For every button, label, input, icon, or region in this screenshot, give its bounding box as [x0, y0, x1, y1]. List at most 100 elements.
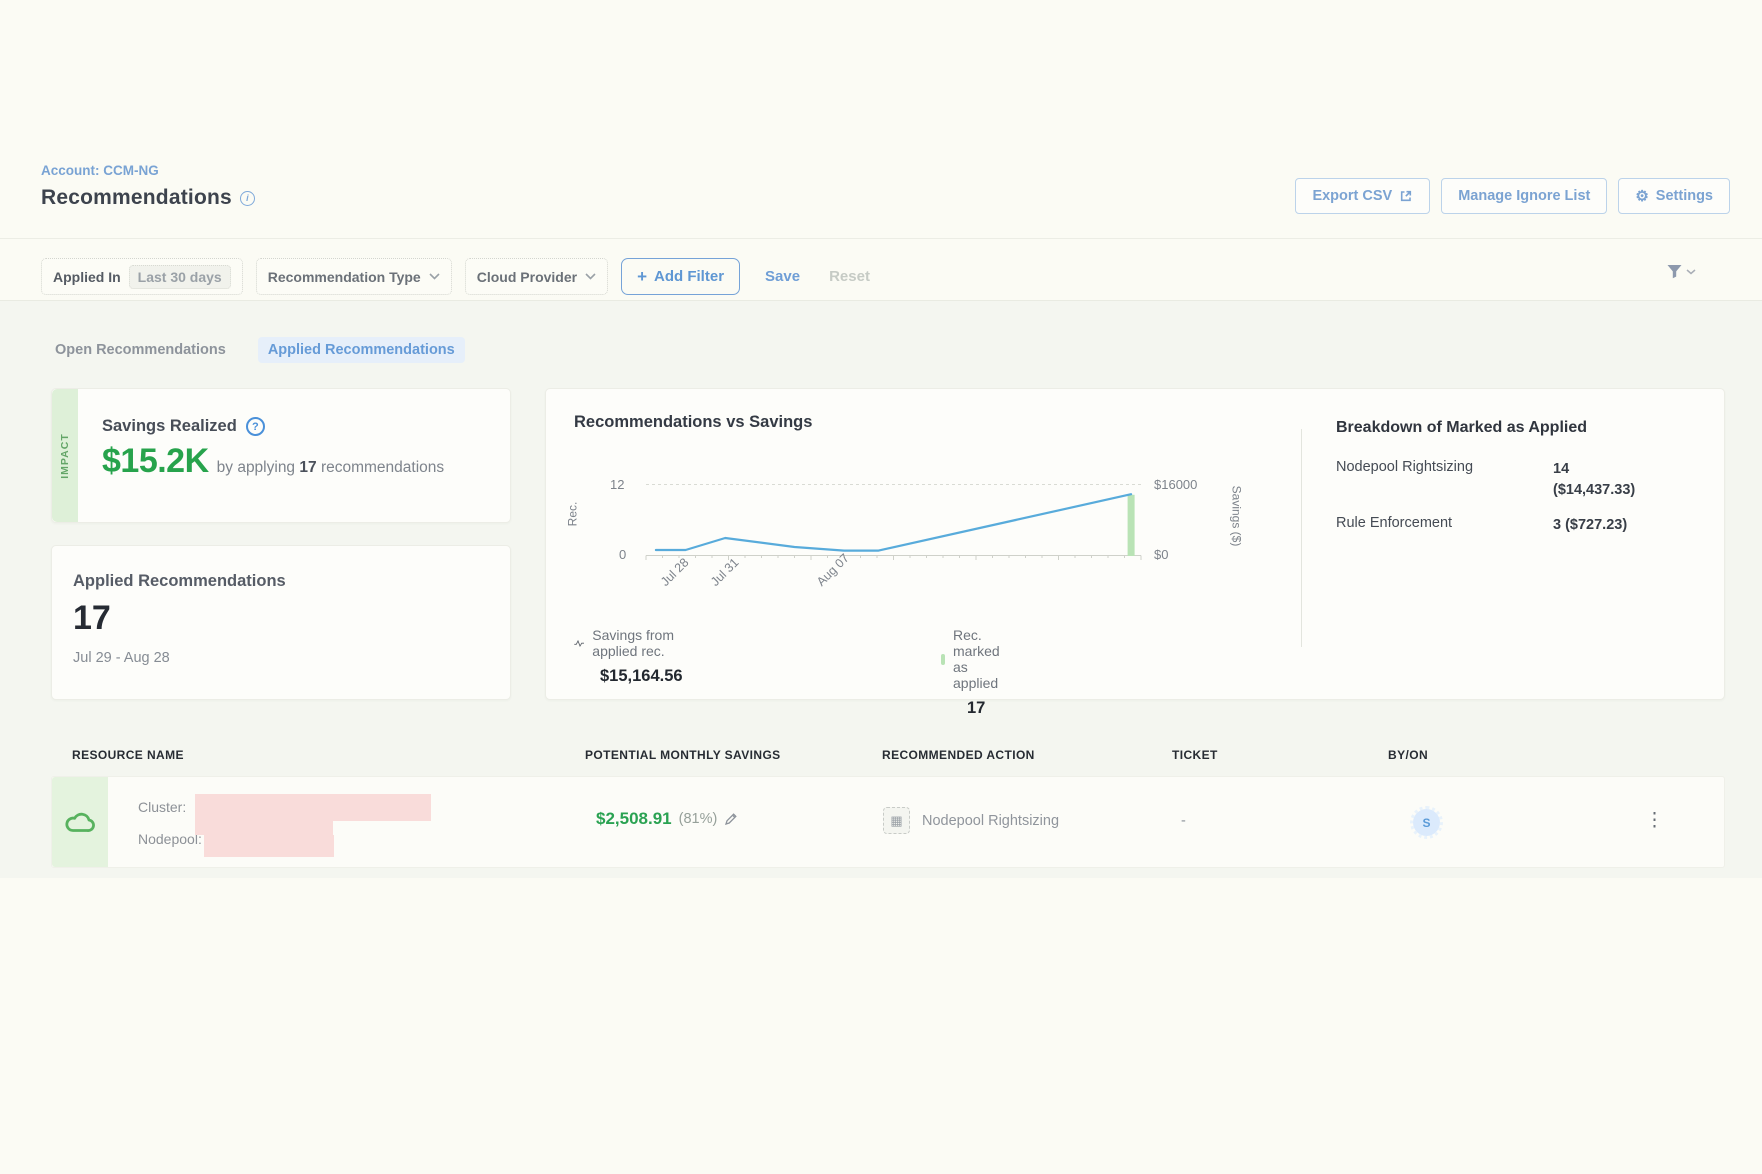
legend-applied-label: Rec. marked as applied — [953, 627, 1007, 691]
cloud-icon — [64, 810, 96, 834]
applied-recommendations-card: Applied Recommendations 17 Jul 29 - Aug … — [51, 545, 511, 700]
breakdown-row: Rule Enforcement 3 ($727.23) — [1336, 515, 1726, 536]
breakdown-row-value: 14 ($14,437.33) — [1553, 459, 1635, 501]
external-link-icon — [1399, 189, 1413, 203]
breakdown-row: Nodepool Rightsizing 14 ($14,437.33) — [1336, 459, 1726, 501]
funnel-icon — [1666, 264, 1683, 279]
recommended-action-text: Nodepool Rightsizing — [922, 813, 1059, 829]
recommendation-type-label: Recommendation Type — [268, 269, 421, 285]
page-title: Recommendations — [41, 186, 232, 210]
x-axis-minor-ticks — [646, 556, 1141, 561]
breakdown-value-amount: ($14,437.33) — [1553, 482, 1635, 498]
redacted-cluster-name — [195, 794, 431, 821]
column-header-by-on[interactable]: BY/ON — [1388, 748, 1428, 762]
redacted-cluster-name-wrap — [195, 821, 333, 835]
chevron-down-icon — [1686, 269, 1696, 275]
desc-suffix: recommendations — [321, 459, 444, 476]
line-legend-icon — [574, 637, 584, 650]
breakdown-title: Breakdown of Marked as Applied — [1336, 419, 1726, 437]
cluster-label: Cluster: — [138, 799, 186, 815]
column-header-potential-savings[interactable]: POTENTIAL MONTHLY SAVINGS — [585, 748, 781, 762]
legend-applied-value: 17 — [967, 699, 1007, 718]
recommendations-page: Account: CCM-NG Recommendations i Export… — [0, 0, 1762, 1174]
column-header-resource-name[interactable]: RESOURCE NAME — [72, 748, 184, 762]
line-chart-plot[interactable] — [646, 484, 1141, 556]
savings-realized-card: IMPACT Savings Realized ? $15.2K by appl… — [51, 388, 511, 523]
applied-bar[interactable] — [1128, 495, 1135, 556]
header-divider — [0, 238, 1762, 239]
settings-label: Settings — [1656, 188, 1713, 204]
table-row[interactable]: Cluster: Nodepool: $2,508.91 (81%) ▦ Nod… — [51, 776, 1725, 868]
impact-strip: IMPACT — [52, 389, 78, 522]
breakdown-row-label: Rule Enforcement — [1336, 515, 1553, 536]
left-axis-tick-max: 12 — [610, 477, 624, 492]
applied-in-value[interactable]: Last 30 days — [129, 265, 231, 289]
redacted-nodepool-name — [204, 835, 334, 857]
right-axis-tick-max: $16000 — [1154, 477, 1197, 492]
help-icon[interactable]: ? — [246, 417, 265, 436]
row-menu-button[interactable]: ⋮ — [1637, 807, 1672, 834]
breakdown-row-label: Nodepool Rightsizing — [1336, 459, 1553, 501]
filter-panel-toggle[interactable] — [1666, 264, 1696, 279]
chart-card: Recommendations vs Savings 12 0 $16000 $… — [545, 388, 1725, 700]
left-axis-tick-min: 0 — [619, 547, 626, 562]
avatar[interactable]: S — [1413, 809, 1440, 836]
breakdown-value-count: 14 — [1553, 461, 1569, 477]
legend-savings: Savings from applied rec. $15,164.56 — [574, 627, 683, 686]
chevron-down-icon — [429, 273, 440, 280]
savings-line[interactable] — [656, 494, 1131, 550]
breakdown-row-value: 3 ($727.23) — [1553, 515, 1627, 536]
column-header-recommended-action[interactable]: RECOMMENDED ACTION — [882, 748, 1035, 762]
cloud-provider-filter[interactable]: Cloud Provider — [465, 258, 608, 295]
right-axis-tick-min: $0 — [1154, 547, 1168, 562]
chart-title: Recommendations vs Savings — [574, 413, 812, 432]
applied-card-date-range: Jul 29 - Aug 28 — [73, 650, 510, 666]
left-axis-label: Rec. — [565, 502, 579, 527]
savings-realized-title: Savings Realized — [102, 417, 237, 436]
manage-ignore-list-label: Manage Ignore List — [1458, 188, 1590, 204]
account-breadcrumb[interactable]: Account: CCM-NG — [41, 163, 159, 178]
bar-legend-icon — [941, 654, 945, 665]
tab-applied-recommendations[interactable]: Applied Recommendations — [258, 337, 465, 363]
ticket-value: - — [1181, 813, 1186, 829]
provider-cell — [52, 777, 108, 867]
applied-in-label: Applied In — [53, 269, 121, 285]
info-icon[interactable]: i — [240, 191, 255, 206]
legend-savings-value: $15,164.56 — [600, 667, 683, 686]
potential-savings-percent: (81%) — [679, 811, 718, 827]
nodepool-label: Nodepool: — [138, 831, 202, 847]
legend-applied: Rec. marked as applied 17 — [941, 627, 1007, 718]
save-filter-button[interactable]: Save — [765, 268, 800, 285]
chevron-down-icon — [585, 273, 596, 280]
potential-savings-value: $2,508.91 — [596, 809, 672, 829]
export-csv-label: Export CSV — [1312, 188, 1392, 204]
applied-card-title: Applied Recommendations — [73, 572, 510, 591]
x-tick-label: Jul 31 — [708, 555, 741, 588]
gear-icon: ⚙ — [1635, 187, 1648, 205]
export-csv-button[interactable]: Export CSV — [1295, 178, 1430, 214]
applied-in-filter[interactable]: Applied In Last 30 days — [41, 258, 243, 295]
tab-open-recommendations[interactable]: Open Recommendations — [45, 337, 236, 363]
x-tick-label: Aug 07 — [814, 551, 852, 589]
plus-icon: + — [637, 267, 647, 287]
column-header-ticket[interactable]: TICKET — [1172, 748, 1218, 762]
add-filter-label: Add Filter — [654, 268, 724, 285]
right-axis-label: Savings ($) — [1229, 486, 1243, 547]
cloud-provider-label: Cloud Provider — [477, 269, 577, 285]
savings-realized-amount: $15.2K — [102, 442, 209, 481]
breakdown-panel: Breakdown of Marked as Applied Nodepool … — [1336, 419, 1726, 536]
savings-realized-desc: by applying 17 recommendations — [217, 459, 445, 477]
nodepool-action-icon: ▦ — [883, 807, 910, 834]
edit-icon[interactable] — [724, 812, 738, 826]
manage-ignore-list-button[interactable]: Manage Ignore List — [1441, 178, 1607, 214]
reset-filter-button[interactable]: Reset — [829, 268, 870, 285]
desc-count: 17 — [299, 459, 316, 476]
x-axis-labels: Jul 28 Jul 31 Aug 07 — [646, 561, 1141, 601]
settings-button[interactable]: ⚙ Settings — [1618, 178, 1730, 214]
recommendation-type-filter[interactable]: Recommendation Type — [256, 258, 452, 295]
impact-strip-label: IMPACT — [59, 433, 71, 478]
desc-prefix: by applying — [217, 459, 295, 476]
legend-savings-label: Savings from applied rec. — [592, 627, 682, 659]
vertical-divider — [1301, 429, 1302, 647]
add-filter-button[interactable]: + Add Filter — [621, 258, 740, 295]
